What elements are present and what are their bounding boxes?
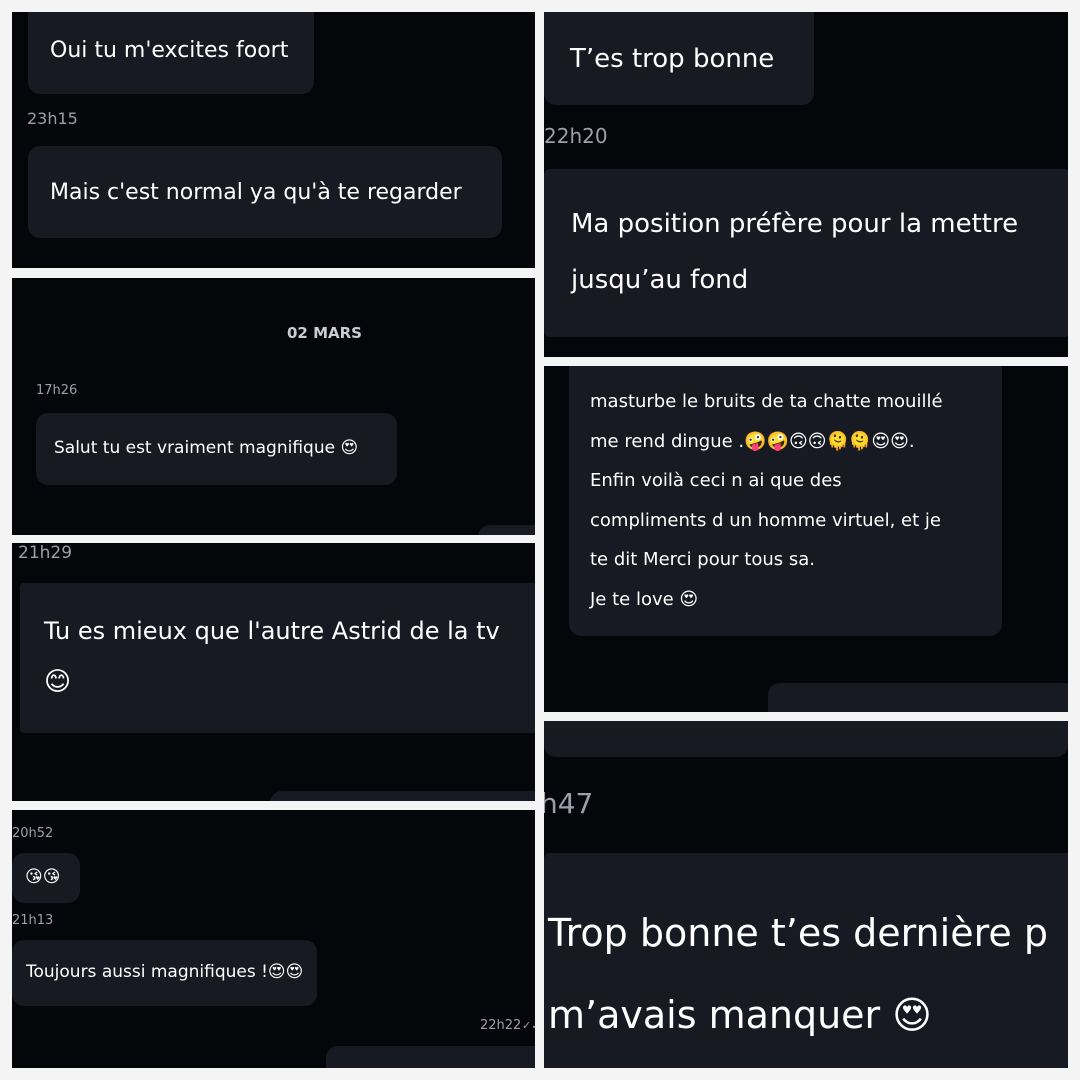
message-text: Mais c'est normal ya qu'à te regarder <box>50 180 462 205</box>
chat-panel-6: masturbe le bruits de ta chatte mouillé … <box>544 366 1068 712</box>
message-timestamp: 23h15 <box>27 109 78 128</box>
message-bubble[interactable]: 😘😘 <box>12 853 80 903</box>
message-timestamp: 20h52 <box>12 826 54 841</box>
message-text: m’avais manquer 😍 <box>548 993 932 1037</box>
message-text: Oui tu m'excites foort <box>50 38 289 63</box>
message-bubble[interactable]: Tu es mieux que l'autre Astrid de la tv … <box>20 583 535 733</box>
message-line: me rend dingue .🤪🤪🙃🙃🫠🫠😍😍. <box>590 430 915 452</box>
double-check-icon: ✓✓ <box>522 1019 535 1032</box>
date-divider: 02 MARS <box>287 324 362 342</box>
message-bubble[interactable]: Mais c'est normal ya qu'à te regarder <box>28 146 502 238</box>
chat-panel-1: Oui tu m'excites foort 23h15 Mais c'est … <box>12 12 535 268</box>
message-text: Ma position préfère pour la mettre <box>571 209 1019 239</box>
message-bubble-partial[interactable] <box>768 683 1068 712</box>
message-line: masturbe le bruits de ta chatte mouillé <box>590 391 943 412</box>
chat-panel-7: h47 Trop bonne t’es dernière p m’avais m… <box>544 721 1068 1068</box>
message-bubble[interactable]: Salut tu est vraiment magnifique 😍 <box>36 413 397 485</box>
message-bubble-partial[interactable] <box>326 1046 535 1068</box>
message-timestamp: 21h29 <box>18 543 73 563</box>
message-timestamp: h47 <box>544 787 594 820</box>
message-text: Tu es mieux que l'autre Astrid de la tv <box>44 617 500 645</box>
message-text: T’es trop bonne <box>570 44 775 74</box>
message-text: jusqu’au fond <box>571 265 749 295</box>
chat-panel-3: 21h29 Tu es mieux que l'autre Astrid de … <box>12 543 535 801</box>
message-timestamp: 22h22 <box>480 1018 522 1033</box>
message-line: Enfin voilà ceci n ai que des <box>590 470 842 492</box>
message-timestamp: 22h20 <box>544 124 608 148</box>
message-bubble[interactable]: T’es trop bonne <box>544 12 814 105</box>
message-bubble[interactable]: Toujours aussi magnifiques !😍😍 <box>12 940 317 1006</box>
message-bubble[interactable]: masturbe le bruits de ta chatte mouillé … <box>569 366 1002 636</box>
message-bubble-partial[interactable] <box>270 791 535 801</box>
message-bubble[interactable]: Trop bonne t’es dernière p m’avais manqu… <box>544 853 1068 1068</box>
message-timestamp: 17h26 <box>36 383 78 398</box>
message-text: Toujours aussi magnifiques !😍😍 <box>26 962 304 982</box>
message-line: Je te love 😍 <box>590 588 699 610</box>
message-text: Trop bonne t’es dernière p <box>548 911 1048 955</box>
message-bubble[interactable]: Oui tu m'excites foort <box>28 12 314 94</box>
message-text: Salut tu est vraiment magnifique 😍 <box>54 438 359 458</box>
message-text-lines: masturbe le bruits de ta chatte mouillé … <box>590 382 943 620</box>
chat-panel-4: 20h52 😘😘 21h13 Toujours aussi magnifique… <box>12 810 535 1068</box>
message-bubble-partial[interactable] <box>544 721 1068 757</box>
chat-panel-5: T’es trop bonne 22h20 Ma position préfèr… <box>544 12 1068 357</box>
message-bubble[interactable]: Ma position préfère pour la mettre jusqu… <box>544 169 1068 337</box>
chat-panel-2: 02 MARS 17h26 Salut tu est vraiment magn… <box>12 278 535 535</box>
message-timestamp: 21h13 <box>12 913 54 928</box>
message-text: 😊 <box>44 667 72 697</box>
message-line: te dit Merci pour tous sa. <box>590 549 815 571</box>
message-bubble-partial[interactable] <box>478 525 535 535</box>
message-text: 😘😘 <box>25 867 61 887</box>
message-line: compliments d un homme virtuel, et je <box>590 509 941 531</box>
